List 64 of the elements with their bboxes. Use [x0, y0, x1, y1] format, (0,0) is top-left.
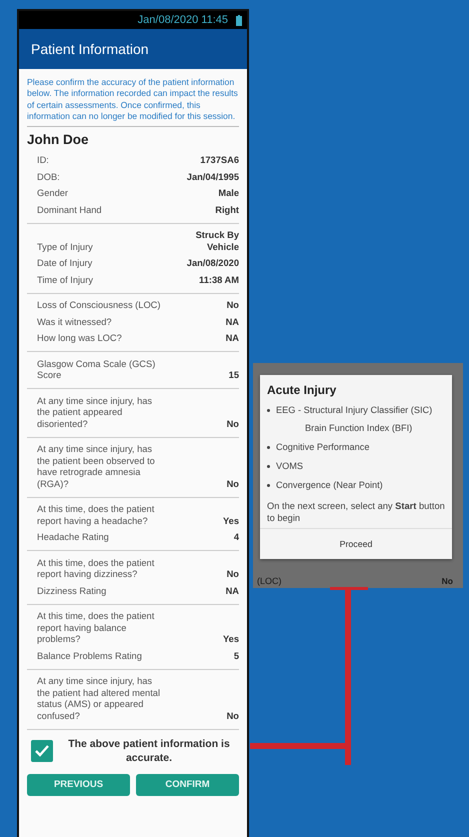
- field-label: (LOC): [257, 576, 282, 587]
- confirm-button[interactable]: CONFIRM: [136, 774, 239, 796]
- dialog-message: On the next screen, select any Start button to begin: [260, 501, 452, 529]
- field-label: Loss of Consciousness (LOC): [37, 300, 160, 312]
- field-value: 5: [234, 650, 239, 662]
- field-label: DOB:: [37, 172, 60, 184]
- field-value: 4: [234, 532, 239, 544]
- field-label: Time of Injury: [37, 274, 93, 286]
- field-value: Struck By Vehicle: [194, 230, 239, 254]
- field-value: No: [226, 300, 239, 312]
- field-value: 1737SA6: [200, 155, 239, 167]
- bullet-icon: [267, 484, 270, 487]
- field-value: No: [226, 710, 239, 722]
- field-value: 15: [228, 370, 239, 382]
- field-label: Dominant Hand: [37, 204, 102, 216]
- field-label: At this time, does the patient report having a headache?: [37, 504, 156, 528]
- field-label: Glasgow Coma Scale (GCS) Score: [37, 358, 156, 382]
- field-value: Yes: [222, 634, 239, 646]
- confirm-label: The above patient information is accurate.: [67, 736, 231, 765]
- field-value: No: [442, 576, 453, 587]
- field-value: No: [226, 478, 239, 490]
- field-label: ID:: [37, 155, 49, 167]
- field-label: At any time since injury, has the patient had altered mental status (AMS) or appeared confused?: [37, 676, 161, 722]
- field-label: How long was LOC?: [37, 333, 122, 345]
- field-value: NA: [226, 333, 239, 345]
- status-datetime: Jan/08/2020 11:45: [138, 14, 228, 26]
- field-value: NA: [226, 586, 239, 598]
- field-label: Balance Problems Rating: [37, 650, 142, 662]
- field-value: No: [226, 569, 239, 581]
- dialog-title: Acute Injury: [266, 383, 338, 397]
- field-label: At any time since injury, has the patient been observed to have retrograde amnesia (RGA)?: [37, 444, 156, 490]
- field-value: No: [226, 418, 239, 430]
- field-value: NA: [226, 316, 239, 328]
- field-value: Yes: [222, 516, 239, 528]
- field-label: Gender: [37, 188, 68, 200]
- field-label: Was it witnessed?: [37, 316, 112, 328]
- field-label: At this time, does the patient report having dizziness?: [37, 558, 156, 581]
- list-item-text: Convergence (Near Point): [276, 479, 383, 491]
- field-label: Headache Rating: [37, 532, 109, 544]
- previous-button[interactable]: PREVIOUS: [27, 774, 130, 796]
- bullet-icon: [267, 446, 270, 449]
- list-item-text: Cognitive Performance: [276, 441, 370, 453]
- confirm-checkbox[interactable]: [31, 740, 53, 762]
- bullet-icon: [267, 465, 270, 468]
- field-label: At any time since injury, has the patient appeared disoriented?: [37, 396, 154, 430]
- field-value: Jan/08/2020: [186, 258, 239, 270]
- field-value: Right: [215, 204, 239, 216]
- bullet-icon: [267, 409, 270, 412]
- check-icon: [34, 744, 50, 758]
- instructions-text: Please confirm the accuracy of the patient information below. The information recorded can impact the results of certain assessments. Once confirmed, this information can no longer be modified for this session.: [27, 77, 239, 127]
- battery-icon: [236, 14, 242, 26]
- field-label: At this time, does the patient report having balance problems?: [37, 611, 156, 646]
- field-label: Type of Injury: [37, 242, 93, 254]
- field-label: Date of Injury: [37, 258, 92, 270]
- proceed-button[interactable]: Proceed: [260, 529, 452, 559]
- patient-name: John Doe: [27, 132, 90, 147]
- screen-title: Patient Information: [31, 41, 149, 57]
- field-value: Jan/04/1995: [186, 172, 239, 184]
- field-value: Male: [218, 188, 239, 200]
- list-item-text: VOMS: [276, 460, 304, 472]
- field-label: Dizziness Rating: [37, 586, 106, 598]
- list-item-text: Brain Function Index (BFI): [304, 422, 414, 434]
- list-item-text: EEG - Structural Injury Classifier (SIC): [276, 404, 432, 416]
- field-value: 11:38 AM: [199, 274, 239, 286]
